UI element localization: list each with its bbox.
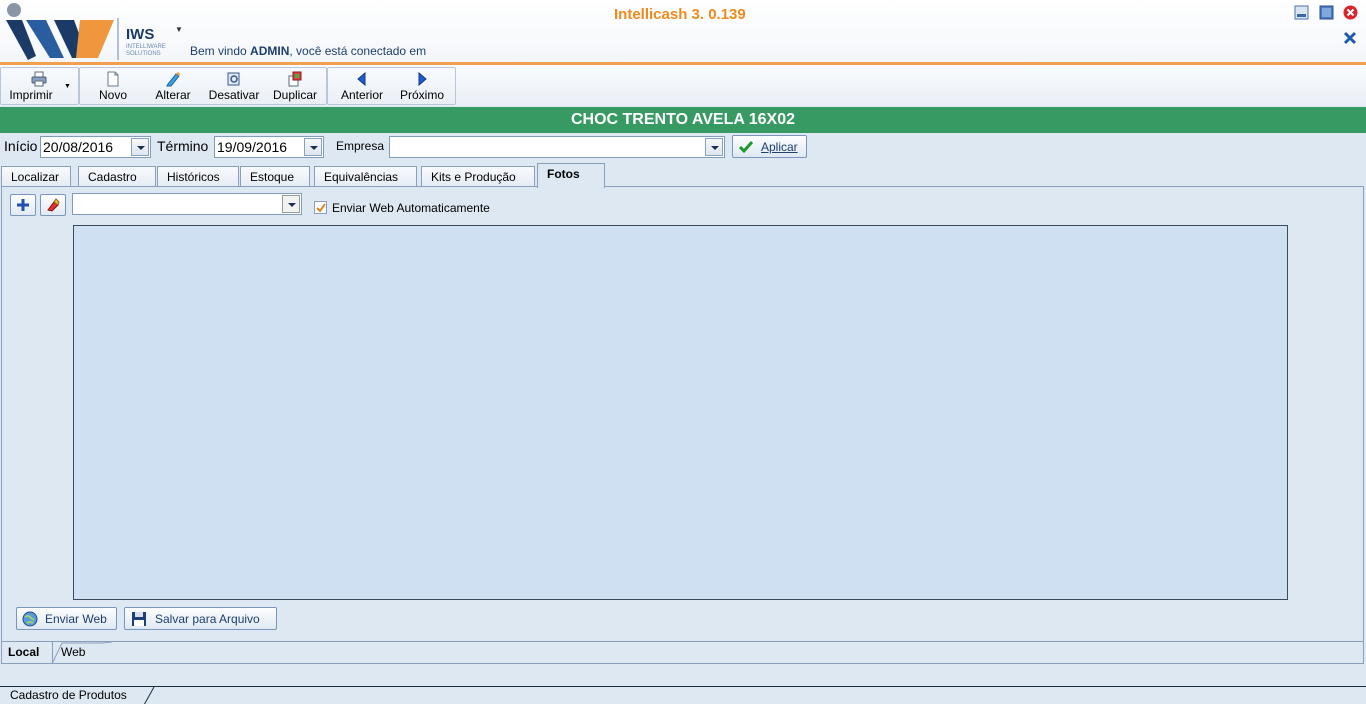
arrow-right-icon bbox=[418, 71, 427, 87]
tab-cadastro[interactable]: Cadastro bbox=[78, 166, 156, 188]
edit-pencil-icon bbox=[166, 72, 180, 87]
tab-estoque[interactable]: Estoque bbox=[240, 166, 310, 188]
new-button[interactable]: Novo bbox=[86, 68, 140, 104]
check-icon bbox=[316, 203, 326, 213]
tab-historicos[interactable]: Históricos bbox=[157, 166, 239, 188]
deactivate-button[interactable]: Desativar bbox=[204, 68, 264, 104]
toolbar-group-record: Novo Alterar Desativar Duplicar bbox=[79, 67, 327, 105]
window-tab-cadastro-produtos[interactable]: Cadastro de Produtos bbox=[0, 687, 137, 704]
company-dropdown-icon[interactable] bbox=[705, 138, 723, 156]
tab-fotos[interactable]: Fotos bbox=[537, 163, 605, 188]
logo-subtitle: INTELLIWARE SOLUTIONS bbox=[126, 44, 166, 57]
start-date-dropdown-icon[interactable] bbox=[131, 138, 149, 156]
next-button[interactable]: Próximo bbox=[394, 68, 450, 104]
close-form-icon[interactable] bbox=[1342, 30, 1358, 46]
window-tab-bar: Cadastro de Produtos bbox=[0, 686, 1366, 704]
logo-menu-caret[interactable]: ▼ bbox=[175, 25, 183, 34]
tab-web[interactable]: Web bbox=[61, 642, 105, 664]
company-select[interactable] bbox=[389, 136, 725, 158]
toolbar: Imprimir ▼ Novo Alterar Desativar Duplic… bbox=[0, 65, 1366, 106]
new-document-icon bbox=[107, 71, 119, 87]
start-date-picker[interactable]: 20/08/2016 bbox=[40, 136, 151, 158]
previous-button[interactable]: Anterior bbox=[334, 68, 390, 104]
deactivate-icon bbox=[227, 72, 240, 86]
auto-send-label: Enviar Web Automaticamente bbox=[332, 201, 490, 215]
toolbar-group-print: Imprimir ▼ bbox=[0, 67, 79, 105]
product-title-bar: CHOC TRENTO AVELA 16X02 bbox=[0, 107, 1366, 133]
welcome-text: Bem vindo ADMIN, você está conectado em bbox=[190, 44, 427, 58]
app-header: IWS INTELLIWARE SOLUTIONS ▼ Intellicash … bbox=[0, 0, 1366, 65]
checkmark-icon bbox=[738, 141, 754, 154]
app-title: Intellicash 3. 0.139 bbox=[614, 6, 746, 23]
close-app-icon[interactable] bbox=[1343, 5, 1358, 20]
logo-name: IWS bbox=[126, 26, 155, 43]
tab-kits-producao[interactable]: Kits e Produção bbox=[421, 166, 535, 188]
print-dropdown-icon[interactable]: ▼ bbox=[64, 83, 71, 90]
send-web-button[interactable]: Enviar Web bbox=[16, 607, 117, 630]
end-date-dropdown-icon[interactable] bbox=[304, 138, 322, 156]
window-tab-slant bbox=[140, 687, 155, 704]
eraser-icon bbox=[47, 198, 60, 212]
apply-button[interactable]: Aplicar bbox=[732, 135, 807, 158]
arrow-left-icon bbox=[357, 71, 366, 87]
end-date-label: Término bbox=[157, 138, 209, 154]
edit-photo-button[interactable] bbox=[40, 194, 66, 216]
tab-local[interactable]: Local bbox=[1, 642, 53, 664]
auto-send-checkbox[interactable] bbox=[314, 201, 327, 214]
printer-icon bbox=[31, 71, 47, 87]
plus-icon bbox=[17, 199, 29, 211]
print-button[interactable]: Imprimir ▼ bbox=[1, 68, 79, 104]
toolbar-group-navigation: Anterior Próximo bbox=[327, 67, 456, 105]
add-photo-button[interactable] bbox=[10, 194, 36, 216]
end-date-picker[interactable]: 19/09/2016 bbox=[214, 136, 324, 158]
edit-button[interactable]: Alterar bbox=[146, 68, 200, 104]
tab-equivalencias[interactable]: Equivalências bbox=[314, 166, 417, 188]
maximize-icon[interactable] bbox=[1319, 5, 1334, 20]
globe-icon bbox=[22, 611, 38, 627]
photo-source-tabs: Local Web bbox=[1, 641, 1364, 664]
minimize-icon[interactable] bbox=[1294, 5, 1309, 20]
photo-select-dropdown-icon[interactable] bbox=[282, 195, 300, 213]
tab-localizar[interactable]: Localizar bbox=[1, 166, 71, 188]
duplicate-icon bbox=[288, 71, 302, 87]
duplicate-button[interactable]: Duplicar bbox=[267, 68, 323, 104]
main-tabs: Localizar Cadastro Históricos Estoque Eq… bbox=[0, 163, 1366, 188]
photo-viewer[interactable] bbox=[73, 225, 1288, 600]
welcome-user: ADMIN bbox=[250, 44, 290, 58]
company-label: Empresa bbox=[336, 139, 385, 153]
save-file-button[interactable]: Salvar para Arquivo bbox=[124, 607, 277, 630]
start-date-label: Início bbox=[4, 138, 38, 154]
photo-select[interactable] bbox=[72, 193, 302, 215]
floppy-disk-icon bbox=[132, 612, 146, 626]
